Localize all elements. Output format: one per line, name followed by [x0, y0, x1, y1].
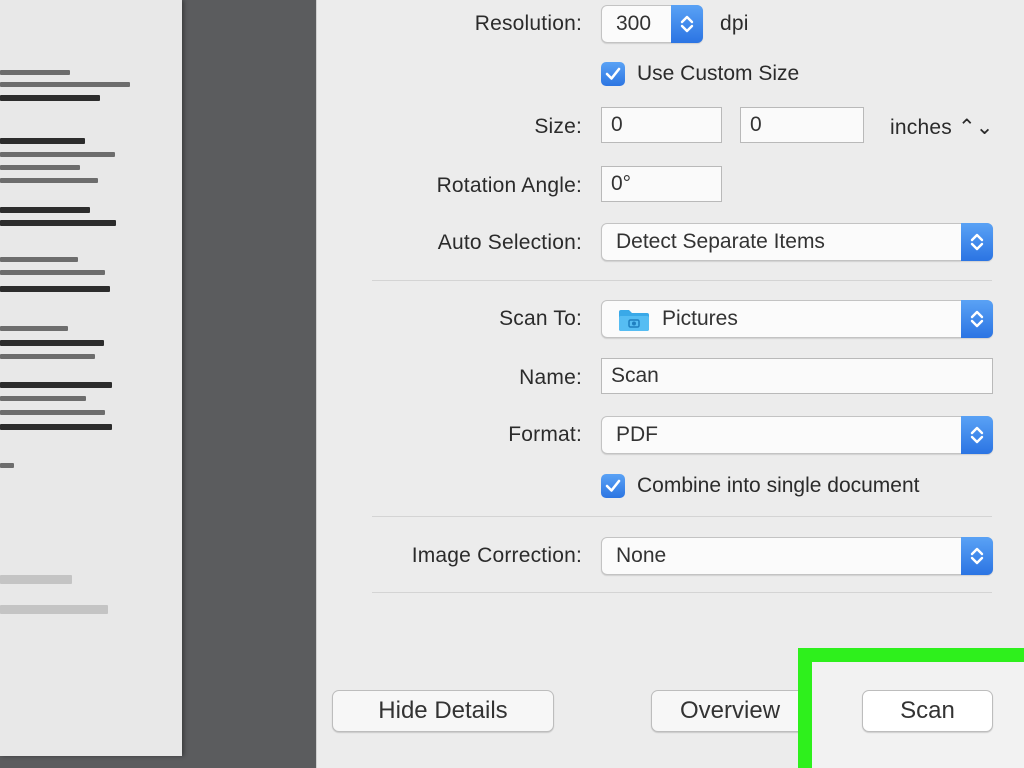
resolution-label: Resolution:	[474, 12, 582, 35]
use-custom-size-label[interactable]: Use Custom Size	[637, 62, 799, 86]
combine-single-document-checkbox[interactable]	[601, 474, 625, 498]
auto-selection-label: Auto Selection:	[437, 231, 582, 254]
scan-to-value: Pictures	[662, 307, 738, 330]
auto-selection-popup[interactable]: Detect Separate Items	[601, 223, 993, 261]
rotation-angle-input[interactable]: 0°	[601, 166, 722, 202]
combine-single-document-label[interactable]: Combine into single document	[637, 474, 920, 498]
name-label: Name:	[519, 366, 582, 389]
resolution-value: 300	[616, 12, 652, 35]
scan-button[interactable]: Scan	[862, 690, 993, 732]
format-label: Format:	[508, 423, 582, 446]
image-correction-label: Image Correction:	[411, 544, 582, 567]
separator	[372, 592, 992, 593]
stepper-arrows-icon[interactable]	[671, 5, 703, 43]
size-width-input[interactable]: 0	[601, 107, 722, 143]
popup-arrows-icon	[961, 416, 993, 454]
image-correction-value: None	[616, 544, 667, 567]
image-correction-popup[interactable]: None	[601, 537, 993, 575]
popup-arrows-icon	[961, 537, 993, 575]
auto-selection-value: Detect Separate Items	[616, 230, 825, 253]
separator	[372, 280, 992, 281]
popup-arrows-icon	[961, 223, 993, 261]
scan-preview-area	[0, 0, 318, 768]
popup-arrows-icon	[961, 300, 993, 338]
scan-to-popup[interactable]: Pictures	[601, 300, 993, 338]
resolution-unit: dpi	[720, 12, 749, 35]
checkmark-icon	[605, 67, 621, 80]
resolution-stepper[interactable]: 300	[601, 5, 703, 43]
checkmark-icon	[605, 479, 621, 492]
size-label: Size:	[534, 115, 582, 138]
hide-details-button[interactable]: Hide Details	[332, 690, 554, 732]
size-height-input[interactable]: 0	[740, 107, 864, 143]
format-value: PDF	[616, 423, 658, 446]
scanner-window: Resolution: 300 dpi Use Custom Size Size…	[0, 0, 1024, 768]
scan-to-label: Scan To:	[499, 307, 582, 330]
format-popup[interactable]: PDF	[601, 416, 993, 454]
name-input[interactable]: Scan	[601, 358, 993, 394]
rotation-angle-label: Rotation Angle:	[436, 174, 582, 197]
size-unit-popup[interactable]: inches ⌃⌄	[890, 115, 994, 140]
use-custom-size-checkbox[interactable]	[601, 62, 625, 86]
scanned-document-preview	[0, 0, 182, 756]
separator	[372, 516, 992, 517]
folder-icon	[618, 308, 650, 332]
